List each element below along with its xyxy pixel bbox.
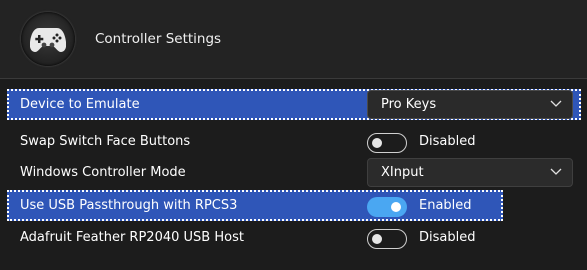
- page-title: Controller Settings: [95, 31, 222, 47]
- setting-label: Swap Switch Face Buttons: [20, 134, 191, 149]
- setting-row-usb-passthrough[interactable]: Use USB Passthrough with RPCS3 Enabled: [7, 190, 503, 221]
- device-to-emulate-dropdown[interactable]: Pro Keys: [367, 90, 573, 119]
- chevron-down-icon: [550, 100, 562, 107]
- setting-label: Adafruit Feather RP2040 USB Host: [20, 230, 244, 245]
- toggle-knob: [372, 137, 382, 148]
- setting-row-swap-switch-face-buttons[interactable]: Swap Switch Face Buttons Disabled: [7, 126, 581, 157]
- setting-label: Windows Controller Mode: [20, 165, 186, 180]
- controller-logo: [21, 12, 75, 66]
- dropdown-value: Pro Keys: [381, 97, 437, 112]
- toggle-state-text: Disabled: [419, 134, 476, 149]
- setting-label: Use USB Passthrough with RPCS3: [20, 198, 238, 213]
- header-bar: Controller Settings: [0, 0, 587, 79]
- chevron-down-icon: [550, 168, 562, 175]
- toggle-state-text: Disabled: [419, 230, 476, 245]
- adafruit-usb-host-toggle[interactable]: [367, 229, 407, 249]
- setting-row-device-to-emulate[interactable]: Device to Emulate Pro Keys: [7, 89, 581, 120]
- toggle-knob: [372, 233, 382, 244]
- usb-passthrough-toggle[interactable]: [367, 197, 407, 217]
- setting-row-windows-controller-mode[interactable]: Windows Controller Mode XInput: [7, 157, 581, 188]
- dropdown-value: XInput: [381, 165, 424, 180]
- toggle-knob: [391, 202, 401, 212]
- setting-label: Device to Emulate: [20, 97, 140, 112]
- swap-face-buttons-toggle[interactable]: [367, 133, 407, 153]
- windows-controller-mode-dropdown[interactable]: XInput: [367, 158, 573, 187]
- setting-row-adafruit-usb-host[interactable]: Adafruit Feather RP2040 USB Host Disable…: [7, 222, 581, 253]
- gamepad-icon: [30, 28, 66, 52]
- toggle-state-text: Enabled: [419, 198, 472, 213]
